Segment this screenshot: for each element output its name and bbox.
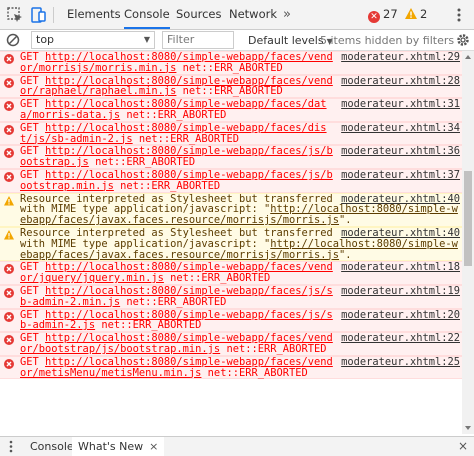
error-icon [4, 335, 14, 346]
chevron-down-icon: ▼ [143, 35, 150, 44]
message-text: GET http://localhost:8080/simple-webapp/… [20, 122, 327, 145]
message-suffix: net::ERR_ABORTED [176, 61, 283, 74]
message-suffix: net::ERR_ABORTED [95, 319, 202, 332]
tab-sources[interactable]: Sources [176, 0, 222, 29]
console-error-message: moderateur.xhtml:29 GET http://localhost:… [0, 51, 462, 75]
message-text: GET http://localhost:8080/simple-webapp/… [20, 51, 333, 74]
message-suffix: net::ERR_ABORTED [88, 156, 196, 169]
drawer-tab-whats-new[interactable]: What's New × [72, 437, 165, 456]
message-suffix: net::ERR_ABORTED [113, 179, 221, 192]
devtools-tabbar: Elements Console Sources Network » ✕ 27 2 [0, 0, 474, 30]
warning-icon [405, 8, 417, 19]
console-error-message: moderateur.xhtml:20 GET http://localhost:… [0, 308, 462, 333]
console-error-message: moderateur.xhtml:34 GET http://localhost:… [0, 121, 462, 146]
tab-elements[interactable]: Elements [67, 0, 121, 29]
console-error-message: moderateur.xhtml:31 GET http://localhost:… [0, 98, 462, 122]
message-text: GET http://localhost:8080/simple-webapp/… [20, 75, 333, 98]
message-suffix: net::ERR_ABORTED [220, 342, 327, 355]
drawer-tab-label: What's New [78, 440, 144, 453]
hidden-items-note: 5 items hidden by filters [320, 34, 455, 47]
message-text: GET http://localhost:8080/simple-webapp/… [20, 332, 333, 355]
message-suffix: net::ERR_ABORTED [163, 272, 271, 285]
console-error-message: moderateur.xhtml:19 GET http://localhost:… [0, 284, 462, 309]
message-source-link[interactable]: moderateur.xhtml:20 [341, 309, 460, 321]
console-settings-gear-icon[interactable] [455, 32, 471, 48]
warning-count: 2 [420, 7, 428, 21]
error-count-badge[interactable]: ✕ 27 [368, 0, 398, 29]
scrollbar-thumb[interactable] [464, 171, 472, 266]
message-suffix: net::ERR_ABORTED [120, 108, 227, 121]
message-text: GET http://localhost:8080/simple-webapp/… [20, 309, 333, 332]
toolbar-divider [53, 7, 54, 23]
message-source-link[interactable]: moderateur.xhtml:37 [341, 170, 460, 181]
message-suffix: net::ERR_ABORTED [176, 85, 283, 98]
close-drawer-icon[interactable]: × [458, 439, 468, 453]
error-icon: ✕ [368, 11, 380, 23]
message-text: GET http://localhost:8080/simple-webapp/… [20, 145, 333, 168]
console-error-message: moderateur.xhtml:37 GET http://localhost:… [0, 168, 462, 193]
console-error-message: moderateur.xhtml:22 GET http://localhost:… [0, 332, 462, 356]
customize-devtools-icon[interactable] [453, 7, 465, 23]
error-icon [4, 264, 14, 275]
filter-input[interactable]: Filter [162, 31, 234, 49]
message-text: GET http://localhost:8080/simple-webapp/… [20, 356, 333, 379]
warning-icon [4, 195, 14, 206]
context-value: top [36, 33, 55, 46]
error-icon [4, 124, 14, 135]
error-icon [4, 54, 14, 64]
error-icon [4, 101, 14, 112]
message-suffix: ". [339, 214, 352, 227]
error-count: 27 [383, 7, 398, 21]
message-suffix: net::ERR_ABORTED [120, 295, 227, 308]
message-source-link[interactable]: moderateur.xhtml:18 [341, 262, 460, 273]
device-toolbar-icon[interactable] [29, 6, 47, 24]
console-error-message: moderateur.xhtml:25 GET http://localhost:… [0, 355, 462, 380]
console-toolbar: top ▼ Filter Default levels ▼ 5 items hid… [0, 30, 474, 51]
console-messages: moderateur.xhtml:29 GET http://localhost:… [0, 51, 462, 434]
error-icon [4, 287, 14, 298]
tab-network[interactable]: Network [229, 0, 277, 29]
console-warning-message: moderateur.xhtml:40 Resource interpreted … [0, 192, 462, 227]
close-tab-icon[interactable]: × [149, 440, 158, 453]
drawer-tabbar: Console What's New × × [0, 436, 474, 456]
warning-icon [4, 229, 14, 240]
message-source-link[interactable]: moderateur.xhtml:31 [341, 99, 460, 110]
error-icon [4, 311, 14, 322]
scroll-down-arrow-icon[interactable] [462, 422, 474, 434]
more-tabs-button[interactable]: » [283, 0, 291, 29]
message-source-link[interactable]: moderateur.xhtml:34 [341, 122, 460, 134]
message-source-link[interactable]: moderateur.xhtml:19 [341, 286, 460, 297]
context-selector[interactable]: top ▼ [31, 31, 155, 49]
inspect-element-icon[interactable] [6, 6, 24, 24]
message-text: GET http://localhost:8080/simple-webapp/… [20, 169, 333, 192]
message-text: GET http://localhost:8080/simple-webapp/… [20, 261, 333, 284]
error-icon [4, 358, 14, 369]
message-text: GET http://localhost:8080/simple-webapp/… [20, 285, 333, 308]
levels-label: Default levels [248, 34, 324, 47]
message-suffix: net::ERR_ABORTED [201, 366, 308, 379]
console-warning-message: moderateur.xhtml:40 Resource interpreted … [0, 226, 462, 262]
message-suffix: net::ERR_ABORTED [132, 132, 239, 145]
tab-console[interactable]: Console [124, 0, 170, 29]
warning-count-badge[interactable]: 2 [405, 0, 427, 29]
console-error-message: moderateur.xhtml:18 GET http://localhost:… [0, 261, 462, 285]
message-source-link[interactable]: moderateur.xhtml:25 [341, 356, 460, 368]
clear-console-icon[interactable] [6, 33, 20, 47]
error-icon [4, 148, 14, 159]
console-error-message: moderateur.xhtml:36 GET http://localhost:… [0, 145, 462, 169]
error-icon [4, 171, 14, 182]
error-icon [4, 77, 14, 88]
message-source-link[interactable]: moderateur.xhtml:22 [341, 333, 460, 344]
message-text: GET http://localhost:8080/simple-webapp/… [20, 98, 327, 121]
message-source-link[interactable]: moderateur.xhtml:36 [341, 146, 460, 157]
drawer-menu-icon[interactable] [6, 439, 16, 454]
console-error-message: moderateur.xhtml:28 GET http://localhost:… [0, 74, 462, 99]
message-source-link[interactable]: moderateur.xhtml:29 [341, 52, 460, 63]
scroll-up-arrow-icon[interactable] [462, 51, 474, 63]
console-scrollbar[interactable] [462, 51, 474, 434]
message-source-link[interactable]: moderateur.xhtml:28 [341, 75, 460, 87]
message-suffix: ". [339, 248, 352, 261]
